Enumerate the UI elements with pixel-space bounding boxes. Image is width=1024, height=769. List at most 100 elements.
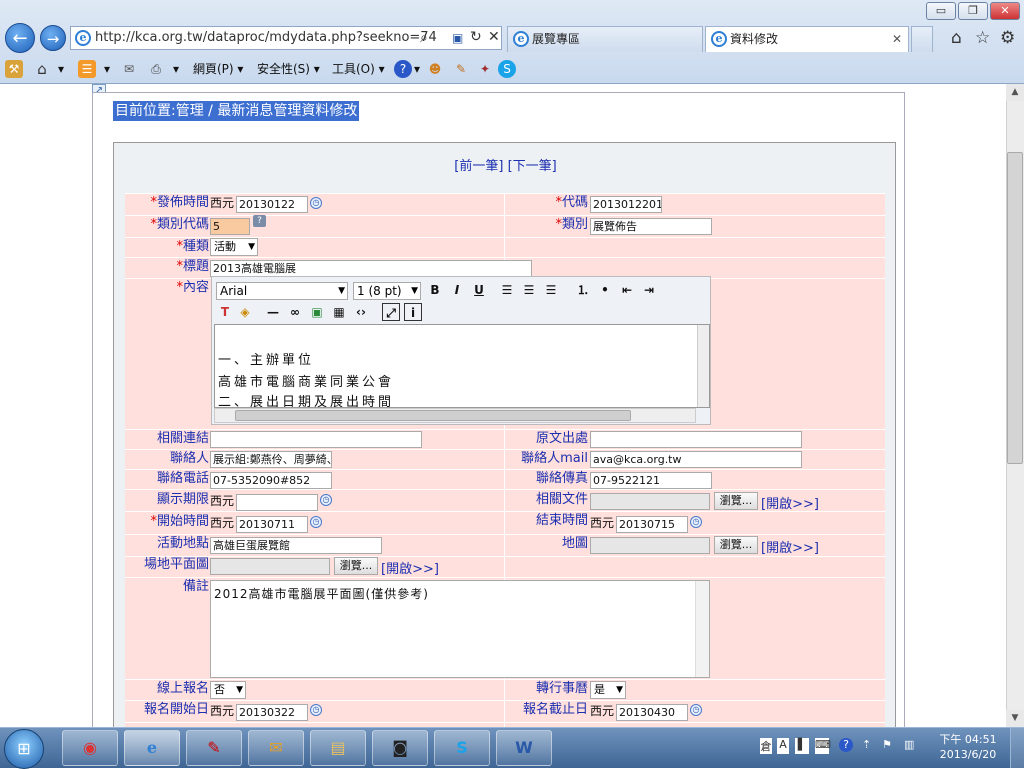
tab-edit-data[interactable]: e 資料修改 ✕ — [705, 26, 909, 52]
help-icon[interactable]: ? — [394, 60, 412, 78]
contact-mail-input[interactable]: ava@kca.org.tw — [590, 451, 802, 468]
calendar-icon[interactable]: ◷ — [320, 494, 332, 506]
new-tab-button[interactable] — [911, 26, 933, 52]
kind-select[interactable]: 活動 ▼ — [210, 238, 258, 256]
print-icon[interactable]: ⎙ — [147, 60, 165, 78]
mail-taskbar-icon[interactable]: ✉ — [248, 730, 304, 766]
calendar-select[interactable]: 是 ▼ — [590, 681, 626, 699]
table-icon[interactable]: ▦ — [330, 303, 348, 321]
text-color-icon[interactable]: T — [216, 303, 234, 321]
link-icon[interactable]: ∞ — [286, 303, 304, 321]
research-icon[interactable]: ✦ — [476, 60, 494, 78]
ie-taskbar-icon[interactable]: e — [124, 730, 180, 766]
related-link-input[interactable] — [210, 431, 422, 448]
editor-vertical-scrollbar[interactable] — [697, 325, 709, 407]
info-icon[interactable]: i — [404, 303, 422, 321]
favorites-icon[interactable]: ☆ — [975, 28, 990, 48]
chevron-down-icon[interactable]: ▾ — [173, 60, 179, 78]
editor-horizontal-scrollbar[interactable] — [214, 408, 696, 423]
mail-icon[interactable]: ✉ — [120, 60, 138, 78]
indent-icon[interactable]: ⇥ — [640, 281, 658, 299]
editor-content-area[interactable]: 一、主辦單位 高雄市電腦商業同業公會 二、展出日期及展出時間 — [214, 324, 710, 408]
contact-fax-input[interactable]: 07-9522121 — [590, 472, 712, 489]
browse-button[interactable]: 瀏覽... — [334, 557, 378, 575]
home-icon[interactable]: ⌂ — [33, 60, 51, 78]
gear-icon[interactable]: ⚙ — [1000, 28, 1015, 48]
venue-input[interactable]: 高雄巨蛋展覽館 — [210, 537, 382, 554]
title-input[interactable]: 2013高雄電腦展 — [210, 260, 532, 277]
show-desktop-button[interactable] — [1010, 728, 1024, 768]
tab-exhibition[interactable]: e 展覽專區 — [507, 26, 703, 52]
align-right-icon[interactable]: ☰ — [542, 281, 560, 299]
page-scrollbar-thumb[interactable] — [1007, 152, 1023, 464]
start-button[interactable]: ⊞ — [4, 729, 44, 769]
clock[interactable]: 下午 04:51 2013/6/20 — [930, 732, 1006, 762]
search-icon[interactable]: ⌕ — [420, 30, 428, 46]
close-button[interactable]: ✕ — [990, 2, 1020, 20]
next-record-link[interactable]: [下一筆] — [508, 159, 557, 174]
chevron-down-icon[interactable]: ▾ — [414, 60, 420, 78]
underline-icon[interactable]: U — [470, 281, 488, 299]
tray-expand-icon[interactable]: ⇡ — [862, 738, 871, 751]
code-input[interactable]: 2013012201 — [590, 196, 662, 213]
calendar-icon[interactable]: ◷ — [310, 197, 322, 209]
signup-start-input[interactable]: 20130322 — [236, 704, 308, 721]
menu-page[interactable]: 網頁(P) ▾ — [193, 60, 243, 78]
forward-button[interactable]: → — [40, 25, 66, 51]
scroll-down-icon[interactable]: ▼ — [1006, 710, 1024, 727]
unordered-list-icon[interactable]: • — [596, 281, 614, 299]
category-code-input[interactable]: 5 — [210, 218, 250, 235]
open-link[interactable]: [開啟>>] — [381, 558, 439, 577]
source-input[interactable] — [590, 431, 802, 448]
signup-end-input[interactable]: 20130430 — [616, 704, 688, 721]
italic-icon[interactable]: I — [448, 281, 466, 299]
contact-input[interactable]: 展示組:鄭燕伶、周夢綺、 — [210, 451, 332, 468]
scroll-up-icon[interactable]: ▲ — [1006, 84, 1024, 101]
acrobat-taskbar-icon[interactable]: ✎ — [186, 730, 242, 766]
calendar-icon[interactable]: ◷ — [310, 516, 322, 528]
publish-time-input[interactable]: 20130122 — [236, 196, 308, 213]
menu-safety[interactable]: 安全性(S) ▾ — [257, 60, 320, 78]
network-icon[interactable]: ▥ — [904, 738, 914, 751]
lookup-icon[interactable]: ? — [253, 215, 266, 227]
home-icon[interactable]: ⌂ — [951, 28, 962, 48]
add-on-icon[interactable]: ⚒ — [5, 60, 23, 78]
compat-view-icon[interactable]: ▣ — [452, 31, 463, 45]
background-color-icon[interactable]: ◈ — [236, 303, 254, 321]
font-select[interactable]: Arial ▼ — [216, 282, 348, 300]
ime-icon[interactable]: 倉 — [760, 738, 772, 754]
html-source-icon[interactable]: ‹› — [352, 303, 370, 321]
back-button[interactable]: ← — [5, 23, 35, 53]
help-icon[interactable]: ? — [839, 738, 853, 752]
skype-taskbar-icon[interactable]: S — [434, 730, 490, 766]
explorer-taskbar-icon[interactable]: ▤ — [310, 730, 366, 766]
open-link[interactable]: [開啟>>] — [761, 493, 819, 512]
image-icon[interactable]: ▣ — [308, 303, 326, 321]
related-doc-file-input[interactable] — [590, 493, 710, 510]
align-center-icon[interactable]: ☰ — [520, 281, 538, 299]
map-file-input[interactable] — [590, 537, 710, 554]
end-time-input[interactable]: 20130715 — [616, 516, 688, 533]
minimize-button[interactable]: ▭ — [926, 2, 956, 20]
browse-button[interactable]: 瀏覽... — [714, 492, 758, 510]
prev-record-link[interactable]: [前一筆] — [454, 159, 503, 174]
ime-mode-icon[interactable]: A — [777, 738, 789, 754]
size-select[interactable]: 1 (8 pt) ▼ — [353, 282, 421, 300]
address-bar[interactable]: e http://kca.org.tw/dataproc/mdydata.php… — [70, 26, 502, 50]
remarks-textarea[interactable]: 2012高雄市電腦展平面圖(僅供參考) — [210, 580, 710, 678]
media-taskbar-icon[interactable]: ◙ — [372, 730, 428, 766]
category-input[interactable]: 展覽佈告 — [590, 218, 712, 235]
display-limit-input[interactable] — [236, 494, 318, 511]
refresh-icon[interactable]: ↻ — [470, 29, 482, 45]
browse-button[interactable]: 瀏覽... — [714, 536, 758, 554]
outdent-icon[interactable]: ⇤ — [618, 281, 636, 299]
chrome-taskbar-icon[interactable]: ◉ — [62, 730, 118, 766]
translate-icon[interactable]: ✎ — [452, 60, 470, 78]
skype-icon[interactable]: S — [498, 60, 516, 78]
stop-icon[interactable]: ✕ — [488, 29, 500, 45]
ime-shape-icon[interactable]: ▌ — [795, 738, 809, 754]
messenger-icon[interactable]: ☻ — [426, 60, 444, 78]
scrollbar-thumb[interactable] — [235, 410, 631, 421]
word-taskbar-icon[interactable]: W — [496, 730, 552, 766]
floor-plan-file-input[interactable] — [210, 558, 330, 575]
